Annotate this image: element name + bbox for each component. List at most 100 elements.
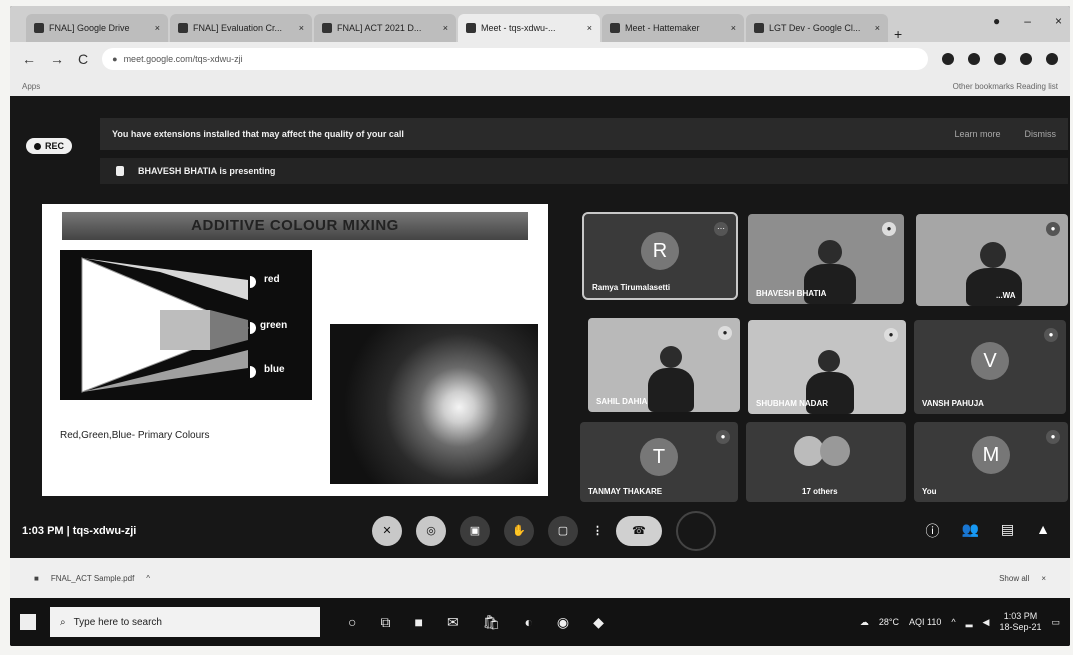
app-icon[interactable]: ■: [414, 614, 422, 631]
search-placeholder: Type here to search: [73, 616, 162, 628]
meeting-time: 1:03 PM | tqs-xdwu-zji: [22, 525, 137, 537]
browser-tab[interactable]: FNAL] ACT 2021 D... ×: [314, 14, 456, 42]
extension-warning-banner: You have extensions installed that may a…: [100, 118, 1068, 150]
notification-icon[interactable]: ▭: [1051, 617, 1060, 628]
extension-icon[interactable]: [968, 53, 980, 65]
leave-call-button[interactable]: ☎: [616, 516, 662, 546]
avatar: R: [641, 232, 679, 270]
mail-icon[interactable]: ✉: [447, 614, 459, 631]
browser-tab-bar: FNAL] Google Drive × FNAL] Evaluation Cr.…: [10, 6, 1070, 42]
network-icon[interactable]: ▂: [966, 617, 973, 628]
participant-tile[interactable]: ● ...WA: [916, 214, 1068, 306]
participant-tile-self[interactable]: M ● You: [914, 422, 1068, 502]
forward-button[interactable]: →: [50, 51, 64, 67]
participant-tile[interactable]: T ● TANMAY THAKARE: [580, 422, 738, 502]
weather-temp[interactable]: 28°C: [879, 617, 899, 627]
show-all-button[interactable]: Show all: [999, 574, 1029, 583]
close-icon[interactable]: ×: [155, 23, 160, 33]
browser-tab[interactable]: FNAL] Google Drive ×: [26, 14, 168, 42]
participant-tile[interactable]: ● SAHIL DAHIA: [588, 318, 740, 412]
extension-icon[interactable]: [1020, 53, 1032, 65]
close-icon[interactable]: ×: [875, 23, 880, 33]
slide-caption: Red,Green,Blue- Primary Colours: [60, 430, 210, 441]
captions-button[interactable]: ▣: [460, 516, 490, 546]
download-file[interactable]: FNAL_ACT Sample.pdf: [51, 574, 134, 583]
apps-bookmark[interactable]: Apps: [22, 82, 40, 91]
participant-name: SAHIL DAHIA: [596, 397, 648, 406]
activities-icon[interactable]: ▲: [1036, 521, 1050, 541]
presentation-slide: ADDITIVE COLOUR MIXING white screen red …: [42, 204, 548, 496]
browser-tab[interactable]: FNAL] Evaluation Cr... ×: [170, 14, 312, 42]
cloud-icon: [754, 23, 764, 33]
reload-button[interactable]: C: [78, 51, 88, 67]
task-view-icon[interactable]: ⧉: [380, 614, 390, 631]
extension-icon[interactable]: [942, 53, 954, 65]
mic-icon: ●: [1046, 222, 1060, 236]
person-body: [648, 368, 694, 412]
browser-tab[interactable]: LGT Dev - Google Cl... ×: [746, 14, 888, 42]
edge-icon[interactable]: ◐: [524, 614, 532, 631]
red-label: red: [264, 274, 280, 285]
monitor-screen: FNAL] Google Drive × FNAL] Evaluation Cr.…: [10, 6, 1070, 646]
recording-badge: REC: [26, 138, 73, 154]
windows-start-icon[interactable]: [20, 614, 36, 630]
url-field[interactable]: ● meet.google.com/tqs-xdwu-zji: [102, 48, 928, 70]
present-button[interactable]: ▢: [548, 516, 578, 546]
browser-tab[interactable]: Meet - Hattemaker ×: [602, 14, 744, 42]
participant-name: You: [922, 487, 937, 496]
close-icon[interactable]: ×: [299, 23, 304, 33]
mic-off-icon: ●: [716, 430, 730, 444]
url-text: meet.google.com/tqs-xdwu-zji: [123, 54, 243, 64]
window-controls: ● – ×: [993, 14, 1062, 28]
learn-more-link[interactable]: Learn more: [954, 129, 1000, 139]
avatar-icon[interactable]: [1046, 53, 1058, 65]
mic-off-icon: ●: [1046, 430, 1060, 444]
chrome-icon[interactable]: ◉: [557, 614, 569, 631]
app-icon[interactable]: ◆: [593, 614, 604, 631]
mic-off-button[interactable]: ✕: [372, 516, 402, 546]
participant-tile[interactable]: ● BHAVESH BHATIA: [748, 214, 904, 304]
close-window-button[interactable]: ×: [1055, 14, 1062, 28]
download-shelf: ■ FNAL_ACT Sample.pdf ^ Show all ×: [10, 558, 1070, 598]
pdf-icon: ■: [34, 573, 39, 583]
close-icon[interactable]: ×: [1041, 574, 1046, 583]
dismiss-button[interactable]: Dismiss: [1025, 129, 1057, 139]
volume-icon[interactable]: ◀: [983, 617, 990, 628]
participant-tile[interactable]: R ⋯ Ramya Tirumalasetti: [582, 212, 738, 300]
participant-tile[interactable]: ● SHUBHAM NADAR: [748, 320, 906, 414]
extension-icon[interactable]: [994, 53, 1006, 65]
taskbar-search[interactable]: ⌕ Type here to search: [50, 607, 320, 637]
people-icon[interactable]: 👥: [961, 521, 978, 541]
more-options-button[interactable]: ⋮: [592, 516, 603, 546]
close-icon[interactable]: ×: [731, 23, 736, 33]
more-options-icon[interactable]: ⋯: [714, 222, 728, 236]
chevron-up-icon[interactable]: ^: [146, 574, 150, 583]
cortana-icon[interactable]: ○: [348, 614, 356, 631]
back-button[interactable]: ←: [22, 51, 36, 67]
lock-icon: ●: [112, 54, 118, 64]
participant-tile[interactable]: 17 others: [746, 422, 906, 502]
chat-icon[interactable]: ▤: [1001, 521, 1014, 541]
torch-photo: [330, 324, 538, 484]
minimize-button[interactable]: –: [1024, 14, 1031, 28]
pinned-apps: ○ ⧉ ■ ✉ 🛍 ◐ ◉ ◆: [348, 614, 604, 631]
mic-icon: ●: [884, 328, 898, 342]
taskbar-clock[interactable]: 1:03 PM 18-Sep-21: [999, 611, 1041, 633]
info-icon[interactable]: ⓘ: [925, 521, 939, 541]
raise-hand-button[interactable]: ✋: [504, 516, 534, 546]
control-buttons: ✕ ◎ ▣ ✋ ▢ ⋮ ☎: [372, 511, 716, 551]
participant-tile[interactable]: V ● VANSH PAHUJA: [914, 320, 1066, 414]
store-icon[interactable]: 🛍: [483, 614, 501, 631]
meet-icon: [466, 23, 476, 33]
camera-off-button[interactable]: ◎: [416, 516, 446, 546]
chevron-up-icon[interactable]: ^: [951, 617, 955, 627]
other-bookmarks[interactable]: Other bookmarks Reading list: [953, 82, 1058, 91]
close-icon[interactable]: ×: [587, 23, 592, 33]
close-icon[interactable]: ×: [443, 23, 448, 33]
new-tab-button[interactable]: +: [890, 26, 910, 42]
mic-off-icon: ●: [1044, 328, 1058, 342]
browser-tab-active[interactable]: Meet - tqs-xdwu-... ×: [458, 14, 600, 42]
mix-region: [160, 310, 210, 350]
search-icon: ⌕: [60, 616, 66, 628]
profile-icon[interactable]: ●: [993, 14, 1000, 28]
